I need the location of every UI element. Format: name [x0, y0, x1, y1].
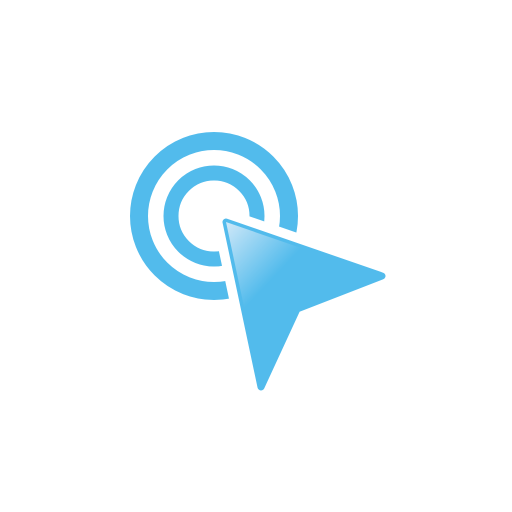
icon-canvas: [0, 0, 512, 512]
click-cursor-icon: [130, 132, 395, 400]
